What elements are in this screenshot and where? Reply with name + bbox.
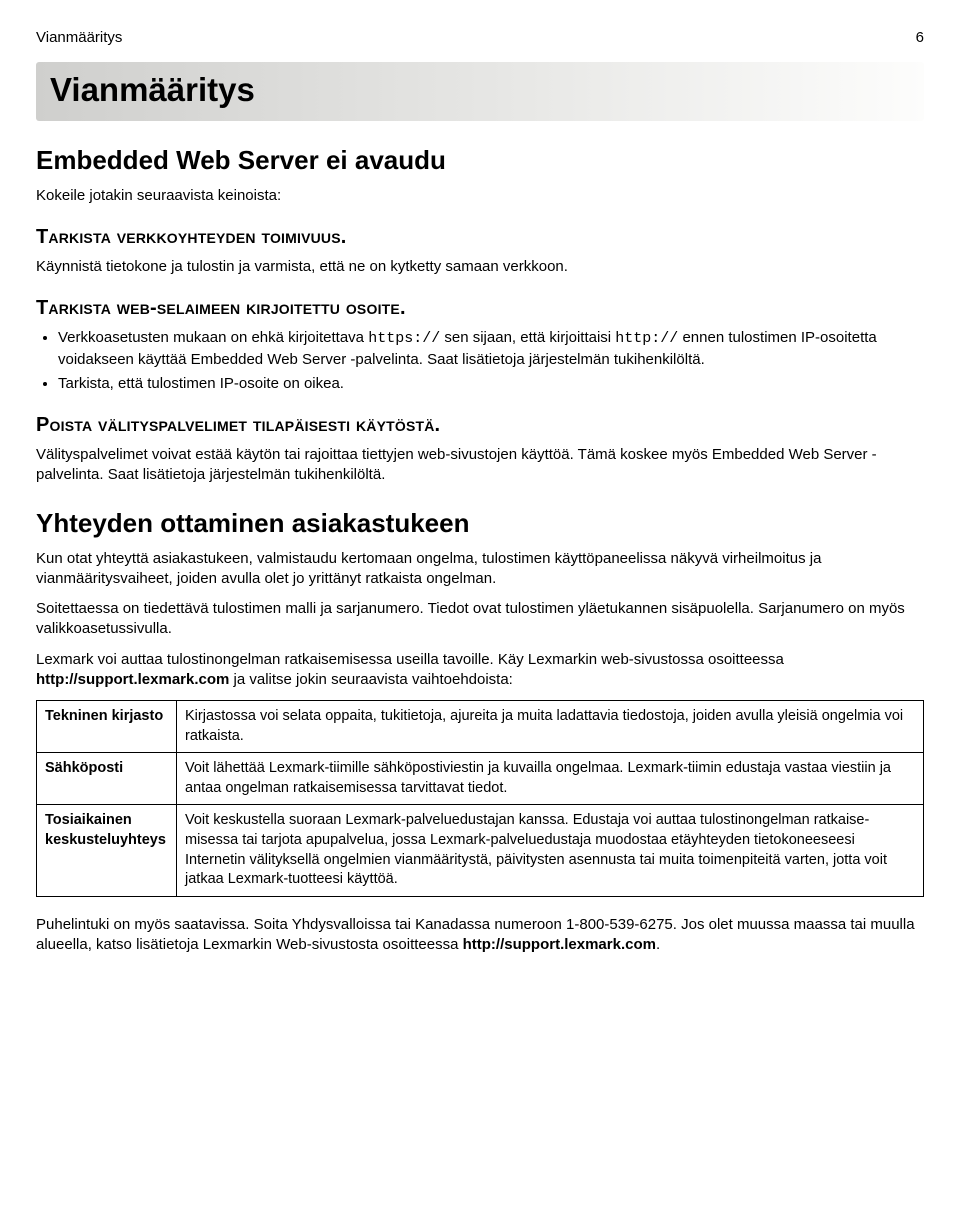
intro-text: Kokeile jotakin seuraavista keinoista: [36,186,924,206]
page-header: Vianmääritys 6 [36,28,924,48]
cell-email-desc: Voit lähettää Lexmark-tiimille sähköpost… [177,753,924,805]
contact-p3-text: Lexmark voi auttaa tulostinongelman ratk… [36,651,784,668]
title-bar: Vianmääritys [36,62,924,121]
table-row: Tosiaikainen keskusteluyhteys Voit kesku… [37,805,924,896]
footer-phone-support: Puhelintuki on myös saatavissa. Soita Yh… [36,915,924,956]
contact-p2: Soitettaessa on tiedettävä tulostimen ma… [36,599,924,640]
support-url: http://support.lexmark.com [36,671,229,688]
heading-check-address: Tarkista web-selaimeen kirjoitettu osoit… [36,295,924,322]
cell-tech-library-label: Tekninen kirjasto [37,701,177,753]
contact-p1: Kun otat yhteyttä asiakastukeen, valmist… [36,549,924,590]
contact-p3: Lexmark voi auttaa tulostinongelman ratk… [36,650,924,691]
page-number: 6 [916,28,924,48]
table-row: Sähköposti Voit lähettää Lexmark-tiimill… [37,753,924,805]
table-row: Tekninen kirjasto Kirjastossa voi selata… [37,701,924,753]
cell-livechat-desc: Voit keskustella suoraan Lexmark-palvelu… [177,805,924,896]
check-network-text: Käynnistä tietokone ja tulostin ja varmi… [36,257,924,277]
code-https: https:// [368,330,440,347]
bullet-text: Verkkoasetusten mukaan on ehkä kirjoitet… [58,329,368,346]
code-http: http:// [615,330,678,347]
list-item: Tarkista, että tulostimen IP-osoite on o… [58,374,924,394]
cell-tech-library-desc: Kirjastossa voi selata oppaita, tukitiet… [177,701,924,753]
heading-check-network: Tarkista verkkoyhteyden toimivuus. [36,224,924,251]
page-title: Vianmääritys [50,68,910,113]
heading-disable-proxy: Poista välityspalvelimet tilapäisesti kä… [36,412,924,439]
disable-proxy-text: Välityspalvelimet voivat estää käytön ta… [36,445,924,486]
support-options-table: Tekninen kirjasto Kirjastossa voi selata… [36,700,924,897]
contact-p3-tail: ja valitse jokin seuraavista vaihtoehdoi… [229,671,513,688]
heading-ews-not-opening: Embedded Web Server ei avaudu [36,143,924,178]
bullet-text: sen sijaan, että kirjoittaisi [440,329,615,346]
heading-contact-support: Yhteyden ottaminen asiakastukeen [36,506,924,541]
cell-email-label: Sähköposti [37,753,177,805]
list-item: Verkkoasetusten mukaan on ehkä kirjoitet… [58,328,924,370]
header-left: Vianmääritys [36,28,122,48]
cell-livechat-label: Tosiaikainen keskusteluyhteys [37,805,177,896]
support-url-footer: http://support.lexmark.com [463,936,656,953]
address-bullet-list: Verkkoasetusten mukaan on ehkä kirjoitet… [36,328,924,394]
footer-tail: . [656,936,660,953]
